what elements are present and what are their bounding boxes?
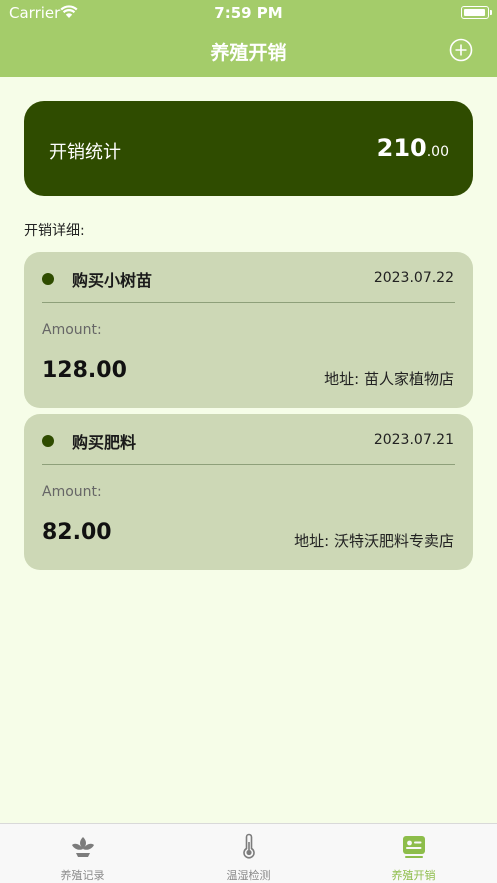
amount-label: Amount:: [42, 322, 102, 338]
tab-breeding-records[interactable]: 养殖记录: [0, 824, 165, 883]
expense-amount: 82.00: [42, 520, 112, 545]
battery-icon: [461, 6, 492, 19]
expense-summary-card: 开销统计 210.00: [24, 101, 473, 196]
expense-date: 2023.07.21: [373, 432, 454, 448]
summary-total: 210.00: [377, 134, 449, 162]
page-title: 养殖开销: [210, 42, 287, 64]
summary-total-integer: 210: [376, 134, 427, 162]
expense-date: 2023.07.22: [373, 270, 454, 286]
expense-name: 购买小树苗: [72, 271, 153, 290]
expense-amount: 128.00: [42, 358, 127, 383]
expense-card[interactable]: 购买肥料 2023.07.21 Amount: 82.00 地址: 沃特沃肥料专…: [24, 414, 473, 570]
expense-card[interactable]: 购买小树苗 2023.07.22 Amount: 128.00 地址: 苗人家植…: [24, 252, 473, 408]
navigation-bar: Carrier 7:59 PM 养殖开销: [0, 0, 497, 77]
thermometer-icon: [243, 833, 255, 859]
expense-card-icon: [403, 836, 425, 858]
plant-icon: [72, 837, 94, 857]
status-time: 7:59 PM: [214, 4, 283, 22]
tab-breeding-expenses[interactable]: 养殖开销: [331, 824, 496, 883]
divider: [42, 464, 455, 465]
bullet-icon: [42, 273, 54, 285]
expense-name: 购买肥料: [72, 433, 137, 452]
section-title: 开销详细:: [24, 223, 85, 239]
tab-label: 养殖开销: [391, 869, 436, 882]
amount-label: Amount:: [42, 484, 102, 500]
status-bar: Carrier 7:59 PM: [0, 0, 497, 26]
expense-address: 地址: 苗人家植物店: [324, 370, 454, 388]
summary-total-decimal: .00: [426, 144, 449, 160]
tab-humidity-monitor[interactable]: 温湿检测: [166, 824, 331, 883]
add-expense-button[interactable]: [449, 38, 473, 62]
tab-label: 养殖记录: [60, 869, 105, 882]
summary-label: 开销统计: [49, 142, 121, 163]
divider: [42, 302, 455, 303]
bullet-icon: [42, 435, 54, 447]
expense-address: 地址: 沃特沃肥料专卖店: [294, 532, 454, 550]
tab-label: 温湿检测: [226, 869, 271, 882]
tab-bar: 养殖记录 温湿检测 养殖开销: [0, 823, 497, 883]
